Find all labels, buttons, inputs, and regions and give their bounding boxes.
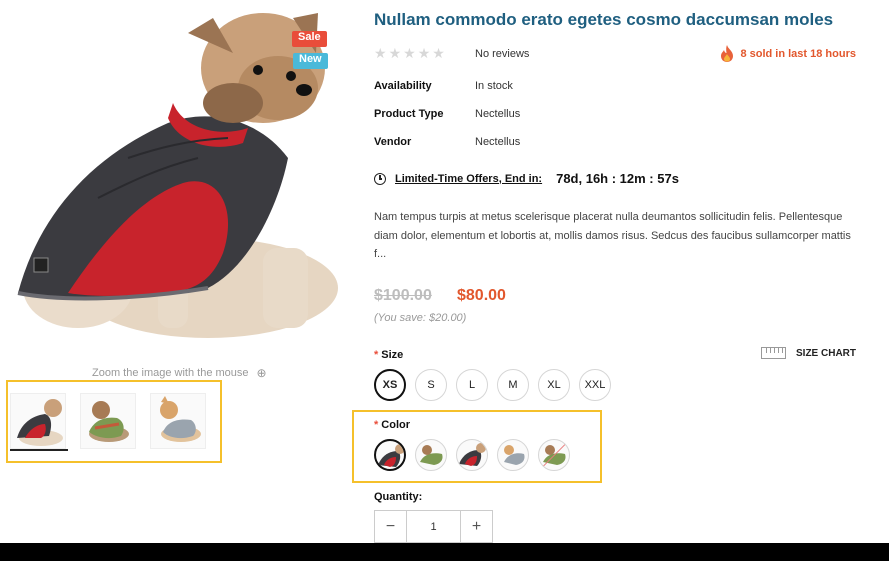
thumbnail-active-indicator — [10, 449, 68, 451]
ruler-icon — [761, 347, 786, 359]
color-swatch-red-coat[interactable] — [374, 439, 406, 471]
countdown-timer: Limited-Time Offers, End in: 78d, 16h : … — [374, 171, 679, 186]
color-label: * Color — [374, 419, 410, 431]
star-icon: ★ — [417, 45, 431, 61]
color-swatch-green-sweater[interactable] — [415, 439, 447, 471]
size-option-xs[interactable]: XS — [374, 369, 406, 401]
size-option-s[interactable]: S — [415, 369, 447, 401]
color-swatch-green-sweater-unavailable[interactable] — [538, 439, 570, 471]
size-label: * Size — [374, 349, 403, 361]
sale-badge: Sale — [292, 31, 327, 47]
quantity-input[interactable] — [407, 511, 460, 542]
vendor-label: Vendor — [374, 136, 412, 148]
countdown-label: Limited-Time Offers, End in: — [395, 172, 543, 185]
size-option-l[interactable]: L — [456, 369, 488, 401]
reviews-count[interactable]: No reviews — [475, 48, 529, 60]
minus-icon[interactable]: − — [375, 511, 407, 542]
zoom-icon: ⊕ — [256, 366, 267, 380]
availability-label: Availability — [374, 80, 432, 92]
product-type-label: Product Type — [374, 108, 444, 120]
price-sale: $80.00 — [457, 287, 506, 304]
new-badge: New — [293, 53, 328, 69]
fire-icon — [721, 45, 734, 62]
required-mark: * — [374, 349, 379, 361]
thumbnail-red-coat[interactable] — [10, 393, 66, 449]
zoom-hint-text: Zoom the image with the mouse — [92, 367, 249, 379]
size-option-xxl[interactable]: XXL — [579, 369, 611, 401]
size-options: XS S L M XL XXL — [374, 369, 611, 401]
required-mark: * — [374, 419, 379, 431]
price-original: $100.00 — [374, 287, 432, 304]
thumbnail-grey-sweater[interactable] — [150, 393, 206, 449]
color-swatch-grey-sweater[interactable] — [497, 439, 529, 471]
star-icon: ★ — [432, 45, 445, 61]
plus-icon[interactable]: + — [460, 511, 492, 542]
size-chart-link[interactable]: SIZE CHART — [761, 347, 856, 359]
quantity-label: Quantity: — [374, 491, 423, 503]
sold-text: 8 sold in last 18 hours — [740, 47, 856, 60]
star-icon: ★ — [403, 45, 416, 61]
size-option-xl[interactable]: XL — [538, 369, 570, 401]
product-description: Nam tempus turpis at metus scelerisque p… — [374, 211, 851, 260]
thumbnail-green-sweater[interactable] — [80, 393, 136, 449]
zoom-hint: Zoom the image with the mouse ⊕ — [92, 366, 267, 380]
bottom-bar — [0, 543, 889, 561]
vendor-value[interactable]: Nectellus — [475, 136, 520, 148]
product-title: Nullam commodo erato egetes cosmo daccum… — [374, 10, 834, 29]
product-type-value[interactable]: Nectellus — [475, 108, 520, 120]
sold-indicator: 8 sold in last 18 hours — [720, 45, 856, 62]
size-label-text: Size — [381, 349, 404, 361]
size-chart-text: SIZE CHART — [796, 347, 856, 359]
size-option-m[interactable]: M — [497, 369, 529, 401]
quantity-stepper: − + — [374, 510, 493, 543]
color-label-text: Color — [381, 419, 411, 431]
star-icon: ★ — [388, 45, 402, 61]
you-save-text: (You save: $20.00) — [374, 312, 467, 324]
clock-icon — [374, 172, 386, 185]
color-swatch-red-coat-alt[interactable] — [456, 439, 488, 471]
rating-stars[interactable]: ★ ★ ★ ★ ★ — [374, 46, 445, 60]
star-icon: ★ — [374, 45, 387, 61]
color-swatches — [374, 439, 570, 471]
countdown-time: 78d, 16h : 12m : 57s — [556, 171, 679, 186]
availability-value: In stock — [475, 80, 513, 92]
